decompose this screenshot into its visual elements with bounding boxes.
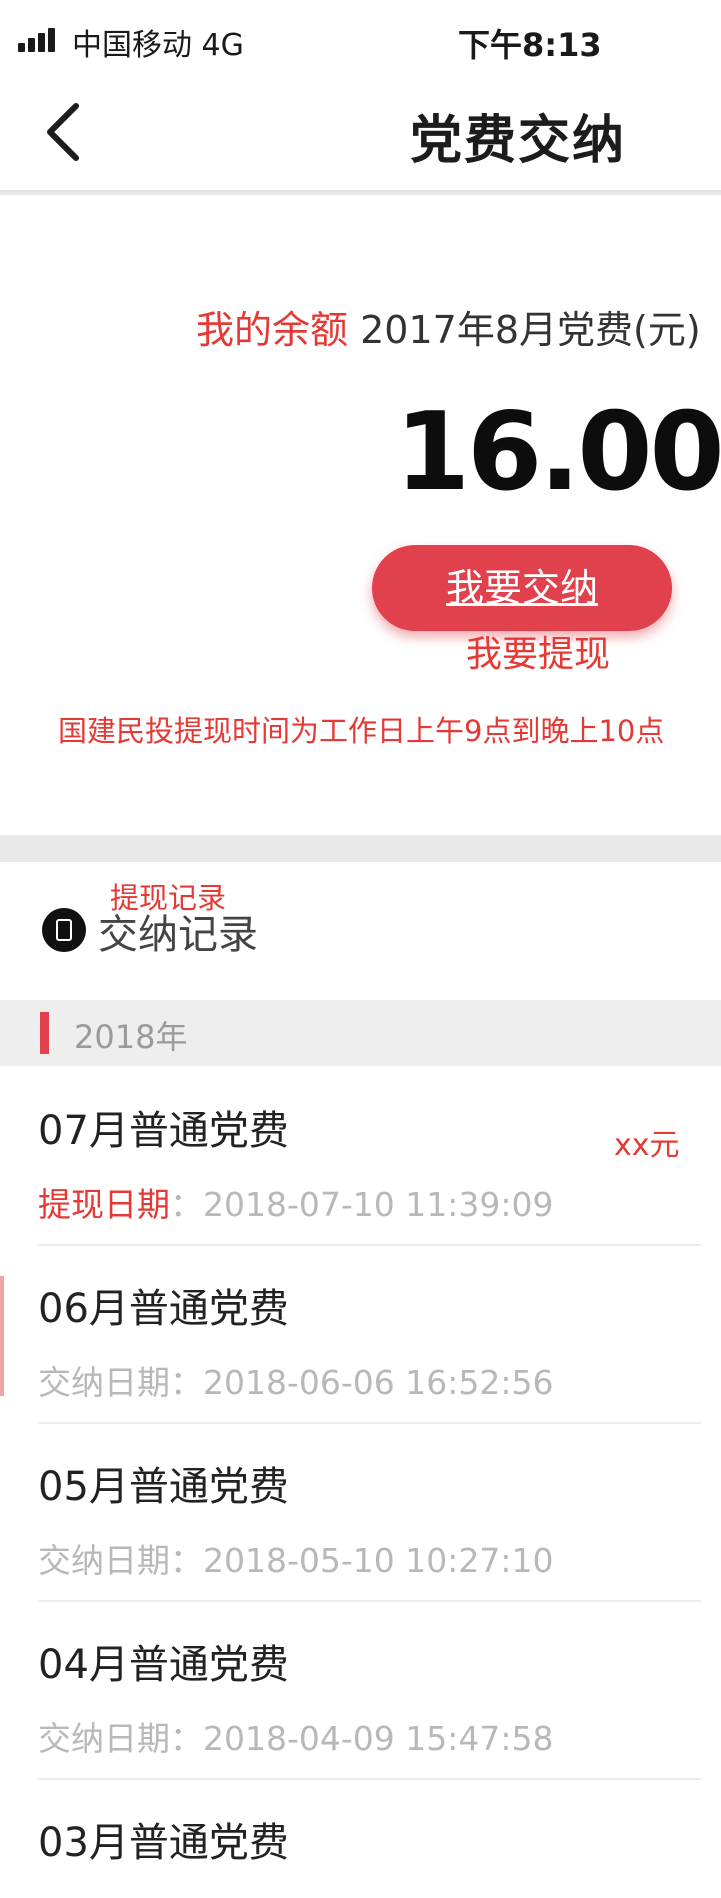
record-date-label: 交纳日期	[38, 1719, 170, 1758]
record-date-label: 提现日期	[38, 1185, 170, 1224]
records-header[interactable]: 提现记录 交纳记录	[0, 862, 721, 1000]
carrier-label: 中国移动 4G	[72, 28, 244, 63]
record-row[interactable]: 03月普通党费	[0, 1780, 721, 1898]
record-date-label: 交纳日期	[38, 1363, 170, 1402]
back-button[interactable]	[40, 100, 90, 164]
status-time: 下午8:13	[458, 26, 602, 64]
record-title: 05月普通党费	[38, 1464, 289, 1510]
balance-label-red: 我的余额	[196, 308, 349, 352]
record-amount: xx元	[614, 1128, 680, 1163]
record-row[interactable]: 06月普通党费 交纳日期：2018-06-06 16:52:56	[0, 1246, 721, 1424]
balance-amount: 16.00	[395, 390, 721, 515]
page-title: 党费交纳	[410, 111, 627, 171]
record-date: 交纳日期：2018-06-06 16:52:56	[38, 1356, 553, 1404]
record-icon	[42, 908, 86, 952]
record-title: 03月普通党费	[38, 1820, 289, 1866]
record-date-value: ：2018-04-09 15:47:58	[170, 1719, 554, 1758]
nav-bar: 党费交纳	[0, 78, 721, 192]
balance-label-period: 2017年8月党费(元)	[360, 308, 701, 352]
record-date: 提现日期：2018-07-10 11:39:09	[38, 1178, 553, 1226]
record-title: 06月普通党费	[38, 1286, 289, 1332]
record-title: 07月普通党费	[38, 1108, 289, 1154]
year-label: 2018年	[74, 1018, 188, 1056]
records-section: 提现记录 交纳记录 2018年 07月普通党费 xx元 提现日期：2018-07…	[0, 862, 721, 1898]
record-date-value: ：2018-05-10 10:27:10	[170, 1541, 554, 1580]
record-date-value: ：2018-06-06 16:52:56	[170, 1363, 554, 1402]
pay-button[interactable]: 我要交纳	[372, 545, 672, 631]
signal-icon	[18, 28, 62, 52]
records-title: 交纳记录	[98, 912, 258, 958]
record-date: 交纳日期：2018-05-10 10:27:10	[38, 1534, 553, 1582]
record-row[interactable]: 04月普通党费 交纳日期：2018-04-09 15:47:58	[0, 1602, 721, 1780]
record-title: 04月普通党费	[38, 1642, 289, 1688]
record-row[interactable]: 07月普通党费 xx元 提现日期：2018-07-10 11:39:09	[0, 1068, 721, 1246]
record-date-label: 交纳日期	[38, 1541, 170, 1580]
balance-card: 我的余额 2017年8月党费(元) 16.00 我要交纳 我要提现 国建民投提现…	[0, 195, 721, 835]
year-accent-bar	[40, 1012, 49, 1054]
year-group-header: 2018年	[0, 1000, 721, 1066]
record-date: 交纳日期：2018-04-09 15:47:58	[38, 1712, 553, 1760]
withdraw-time-notice: 国建民投提现时间为工作日上午9点到晚上10点	[58, 714, 665, 748]
record-row[interactable]: 05月普通党费 交纳日期：2018-05-10 10:27:10	[0, 1424, 721, 1602]
withdraw-button-label: 我要提现	[466, 634, 611, 675]
record-date-value: ：2018-07-10 11:39:09	[170, 1185, 554, 1224]
row-edge-mark	[0, 1276, 4, 1396]
chevron-left-icon	[47, 103, 79, 161]
status-bar: 中国移动 4G 下午8:13	[0, 0, 721, 78]
balance-label: 我的余额 2017年8月党费(元)	[196, 299, 701, 354]
